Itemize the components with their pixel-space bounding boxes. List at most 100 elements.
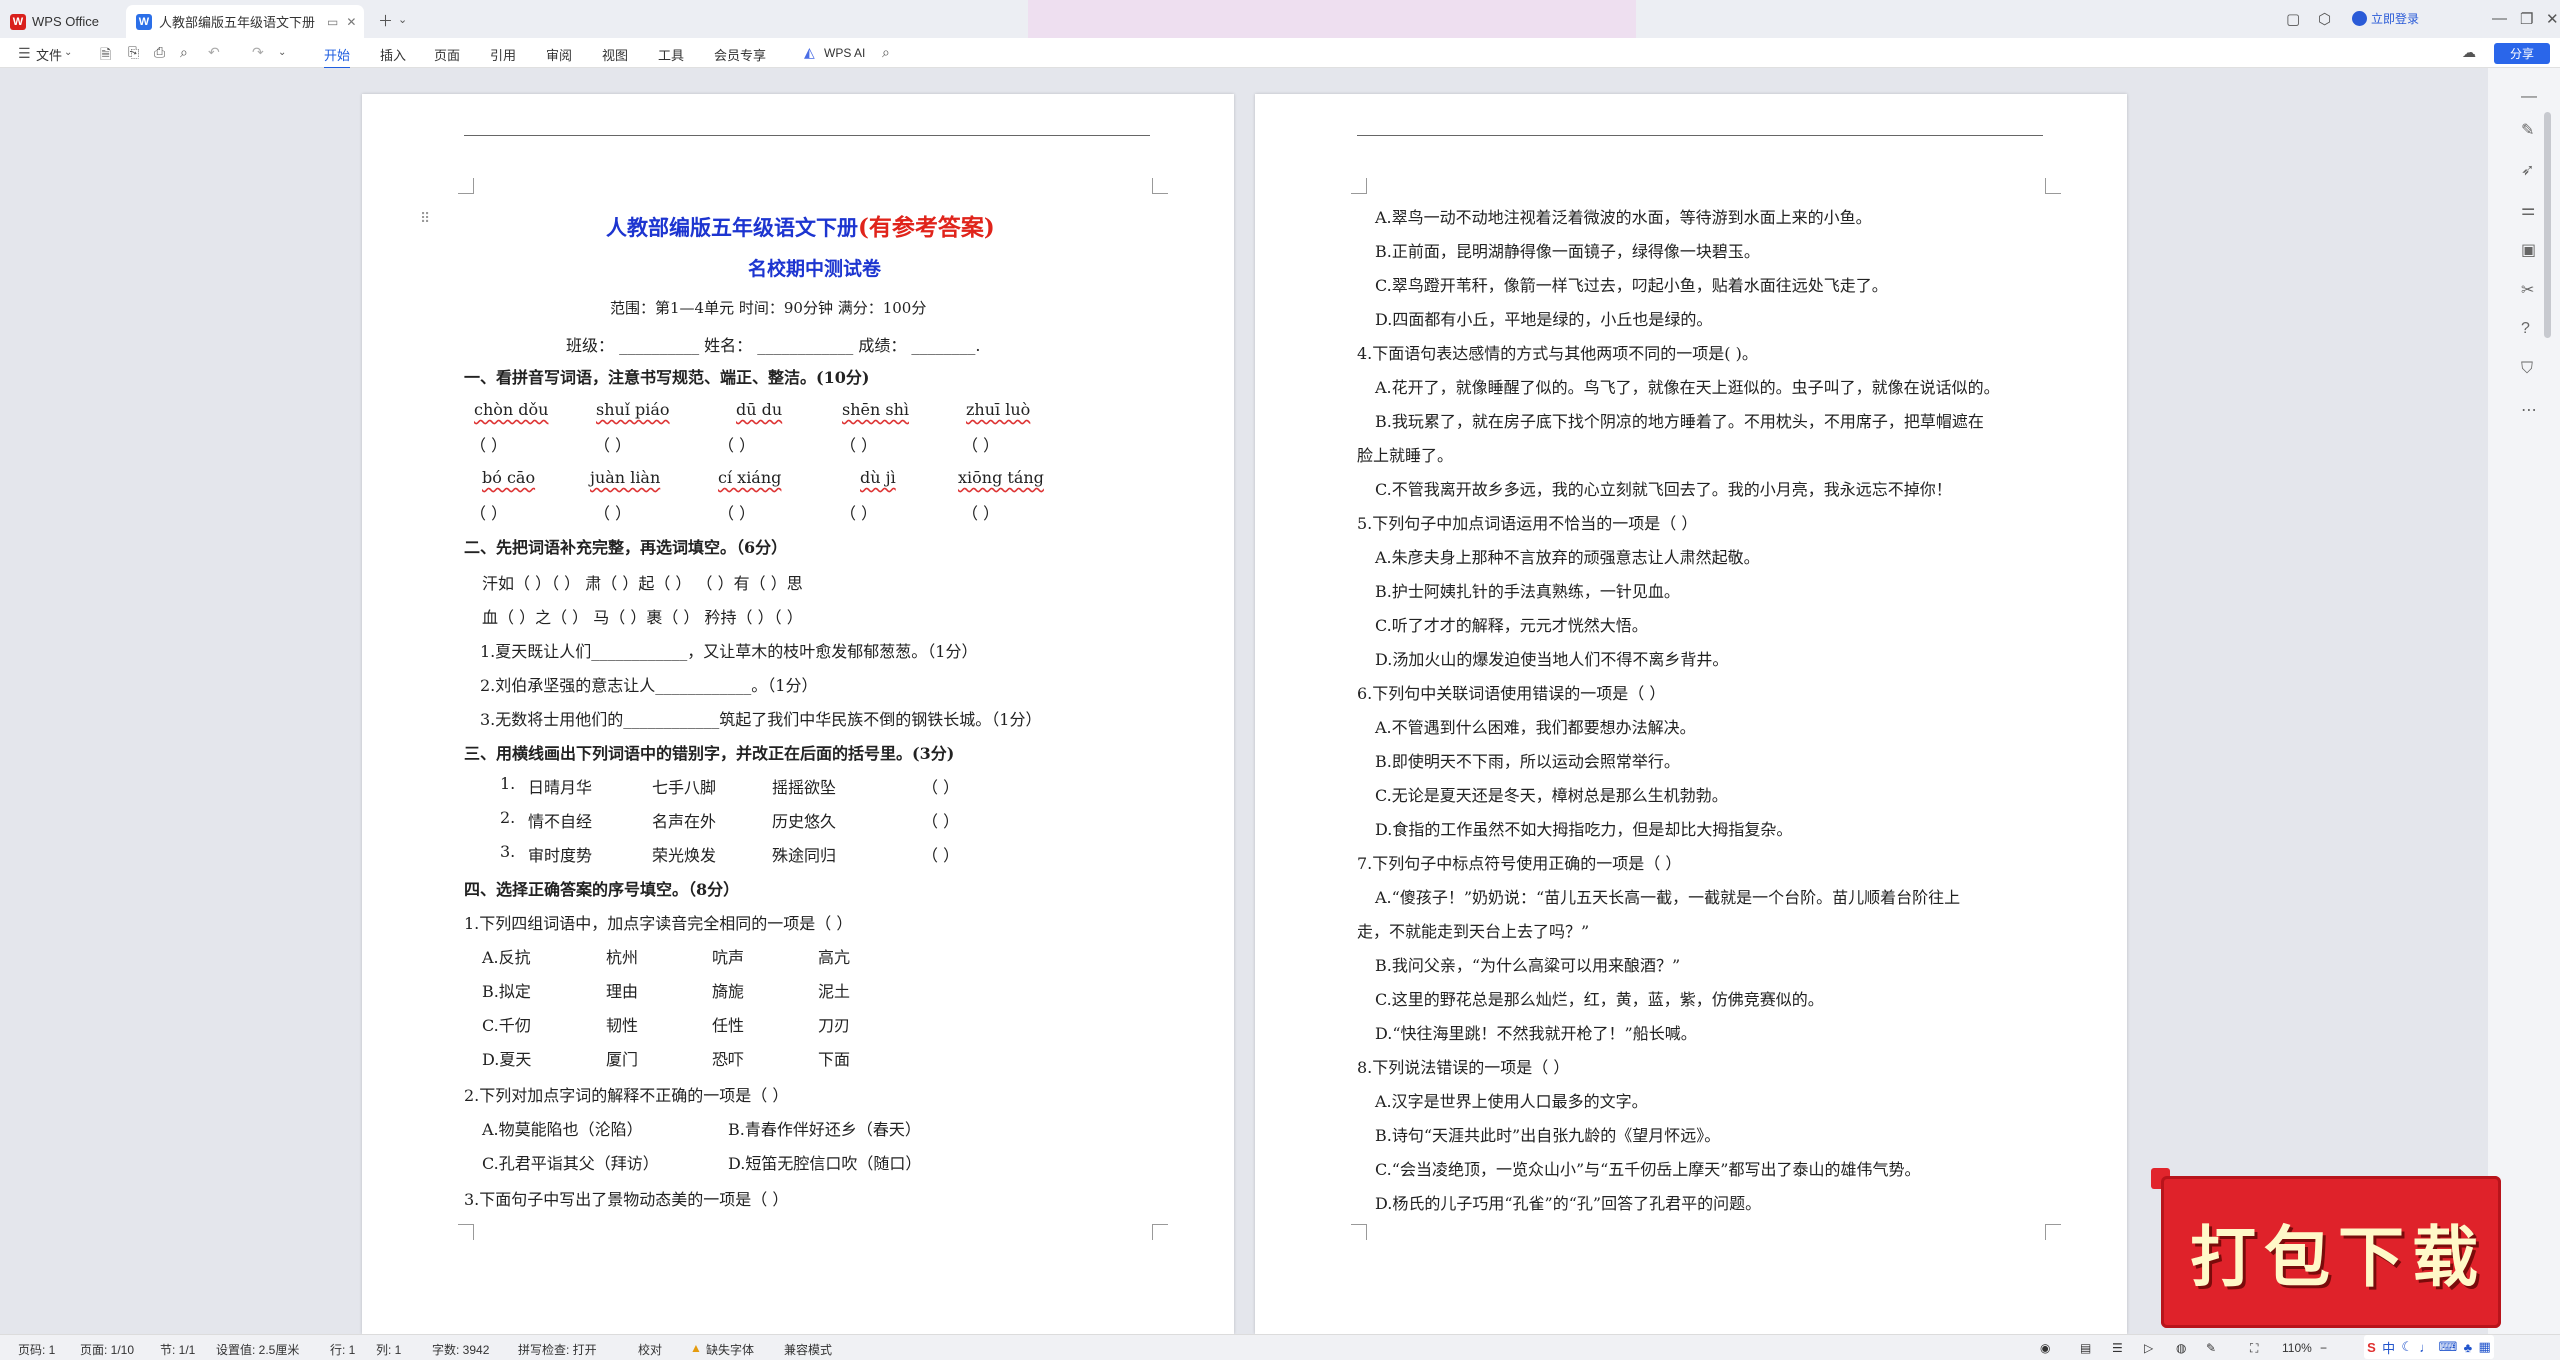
fit-icon[interactable]: ⛶ [2250, 1341, 2258, 1356]
file-chevron-icon[interactable]: ⌄ [64, 47, 72, 58]
p2-line: D.四面都有小丘，平地是绿的，小丘也是绿的。 [1375, 310, 1713, 329]
window-layout-icon[interactable]: ▢ [2286, 10, 2300, 28]
ime-grid-icon[interactable]: ▦ [2478, 1339, 2490, 1355]
p2-line: C.这里的野花总是那么灿烂，红，黄，蓝，紫，仿佛竞赛似的。 [1375, 990, 1824, 1009]
collapse-icon[interactable]: — [2521, 88, 2537, 106]
s3-word: 七手八脚 [652, 778, 717, 797]
wps-logo-icon: W [10, 13, 26, 30]
page-title: 人教部编版五年级语文下册(有参考答案) [606, 208, 995, 242]
answer-paren: （ ） [922, 812, 960, 831]
more-chevron-icon[interactable]: ⌄ [278, 47, 286, 58]
close-window-icon[interactable]: ✕ [2546, 10, 2559, 28]
redo-icon[interactable]: ↷ [252, 44, 264, 61]
option-item: B.青春作伴好还乡（春天） [728, 1120, 921, 1139]
status-spellcheck[interactable]: 拼写检查: 打开 [518, 1341, 597, 1358]
tab-document[interactable]: W 人教部编版五年级语文下册 名校期中测试卷 ▭ ✕ [126, 5, 364, 38]
menu-references[interactable]: 引用 [490, 45, 516, 64]
search-icon[interactable]: ⌕ [882, 44, 890, 61]
adjust-icon[interactable]: ⚌ [2521, 200, 2535, 220]
new-tab-icon[interactable]: ＋ [378, 10, 393, 31]
status-words[interactable]: 字数: 3942 [432, 1341, 489, 1358]
document-page-2[interactable]: A.翠鸟一动不动地注视着泛着微波的水面，等待游到水面上来的小鱼。 B.正前面，昆… [1255, 94, 2127, 1334]
tools-icon[interactable]: ✂ [2521, 280, 2534, 300]
menu-member[interactable]: 会员专享 [714, 45, 766, 64]
print-preview-icon[interactable]: ⌕ [180, 44, 188, 61]
status-section[interactable]: 节: 1/1 [160, 1341, 195, 1358]
login-label: 立即登录 [2371, 12, 2420, 26]
option-item: 下面 [818, 1050, 851, 1069]
menu-insert[interactable]: 插入 [380, 45, 406, 64]
login-button[interactable]: 立即登录 [2352, 10, 2419, 27]
status-row[interactable]: 行: 1 [330, 1341, 355, 1358]
pinyin-item: zhuī luò [966, 400, 1031, 419]
tab-window-icon[interactable]: ▭ [327, 15, 338, 29]
image-icon[interactable]: ▣ [2521, 240, 2536, 260]
question-text: 2.下列对加点字词的解释不正确的一项是（ ） [464, 1086, 789, 1105]
ime-keyboard-icon[interactable]: ⌨ [2439, 1339, 2458, 1355]
restore-icon[interactable]: ❐ [2520, 10, 2533, 28]
save-icon[interactable]: 🗎 [100, 44, 111, 68]
undo-icon[interactable]: ↶ [208, 44, 220, 61]
page-view-icon[interactable]: ▤ [2080, 1341, 2091, 1355]
outline-view-icon[interactable]: ☰ [2112, 1341, 2123, 1355]
web-view-icon[interactable]: ◍ [2176, 1341, 2186, 1355]
p2-line: 8.下列说法错误的一项是（ ） [1357, 1058, 1570, 1077]
pen-icon[interactable]: ✎ [2521, 120, 2534, 140]
play-icon[interactable]: ▷ [2144, 1341, 2153, 1355]
cloud-icon[interactable]: ☁ [2462, 44, 2476, 61]
pinyin-item: shēn shì [842, 400, 910, 419]
share-button[interactable]: 分享 [2494, 43, 2550, 64]
ime-moon-icon[interactable]: ☾ [2401, 1339, 2413, 1355]
wps-ai-button[interactable]: WPS AI [824, 46, 865, 60]
menu-review[interactable]: 审阅 [546, 45, 572, 64]
vertical-scrollbar[interactable] [2544, 112, 2551, 338]
download-banner-text[interactable]: 打包下载 [2190, 1204, 2486, 1300]
menu-lines-icon[interactable]: ☰ [18, 45, 31, 62]
tab-close-icon[interactable]: ✕ [346, 15, 356, 29]
s3-word: 历史悠久 [772, 812, 837, 831]
p2-line: 5.下列句子中加点词语运用不恰当的一项是（ ） [1357, 514, 1698, 533]
corner-mark [1351, 1224, 1367, 1240]
menu-home[interactable]: 开始 [324, 45, 351, 69]
menu-tools[interactable]: 工具 [658, 45, 684, 64]
answer-paren: （ ） [470, 436, 508, 455]
eye-icon[interactable]: ◉ [2040, 1341, 2050, 1355]
status-setting[interactable]: 设置值: 2.5厘米 [216, 1341, 299, 1358]
export-icon[interactable]: ⎘ [128, 44, 139, 61]
tab-wps-home[interactable]: W WPS Office [10, 5, 120, 38]
title-answer-note: (有参考答案) [858, 214, 995, 241]
menu-page[interactable]: 页面 [434, 45, 460, 64]
more-icon[interactable]: ⋯ [2521, 400, 2537, 420]
status-compat[interactable]: 兼容模式 [784, 1341, 832, 1358]
p2-line: C.听了才才的解释，元元才恍然大悟。 [1375, 616, 1648, 635]
pinyin-item: dù jì [860, 468, 896, 487]
print-icon[interactable]: ⎙ [154, 44, 165, 61]
edit-view-icon[interactable]: ✎ [2206, 1341, 2216, 1355]
tab-list-chevron-icon[interactable]: ⌄ [398, 13, 407, 26]
document-page-1[interactable]: ⠿ 人教部编版五年级语文下册(有参考答案) 名校期中测试卷 范围：第1—4单元 … [362, 94, 1234, 1334]
ime-mic-icon[interactable]: ♩ [2419, 1340, 2432, 1355]
option-item: B.拟定 [482, 982, 531, 1001]
menu-view[interactable]: 视图 [602, 45, 628, 64]
ime-s-icon[interactable]: S [2367, 1340, 2376, 1355]
ime-toolbar[interactable]: S 中 ☾ ♩ ⌨ ♣ ▦ [2364, 1335, 2494, 1359]
share-label: 分享 [2509, 47, 2534, 61]
status-missing-font[interactable]: 缺失字体 [706, 1341, 754, 1358]
status-col[interactable]: 列: 1 [376, 1341, 401, 1358]
status-zoom[interactable]: 110% [2282, 1341, 2312, 1355]
help-icon[interactable]: ? [2521, 320, 2530, 338]
cube-icon[interactable]: ⬡ [2318, 10, 2331, 28]
drag-handle-icon[interactable]: ⠿ [420, 210, 430, 227]
ime-skin-icon[interactable]: ♣ [2464, 1340, 2473, 1355]
file-menu[interactable]: 文件 [36, 45, 62, 64]
status-proof[interactable]: 校对 [638, 1341, 662, 1358]
minimize-icon[interactable]: — [2492, 10, 2507, 27]
corner-mark [1152, 1224, 1168, 1240]
ime-lang[interactable]: 中 [2382, 1338, 2395, 1357]
corner-mark [1351, 178, 1367, 194]
zoom-out-icon[interactable]: − [2320, 1341, 2327, 1355]
cursor-icon[interactable]: ➶ [2521, 160, 2534, 180]
status-page[interactable]: 页面: 1/10 [80, 1341, 134, 1358]
shirt-icon[interactable]: ⛉ [2521, 360, 2533, 378]
status-page-code[interactable]: 页码: 1 [18, 1341, 55, 1358]
